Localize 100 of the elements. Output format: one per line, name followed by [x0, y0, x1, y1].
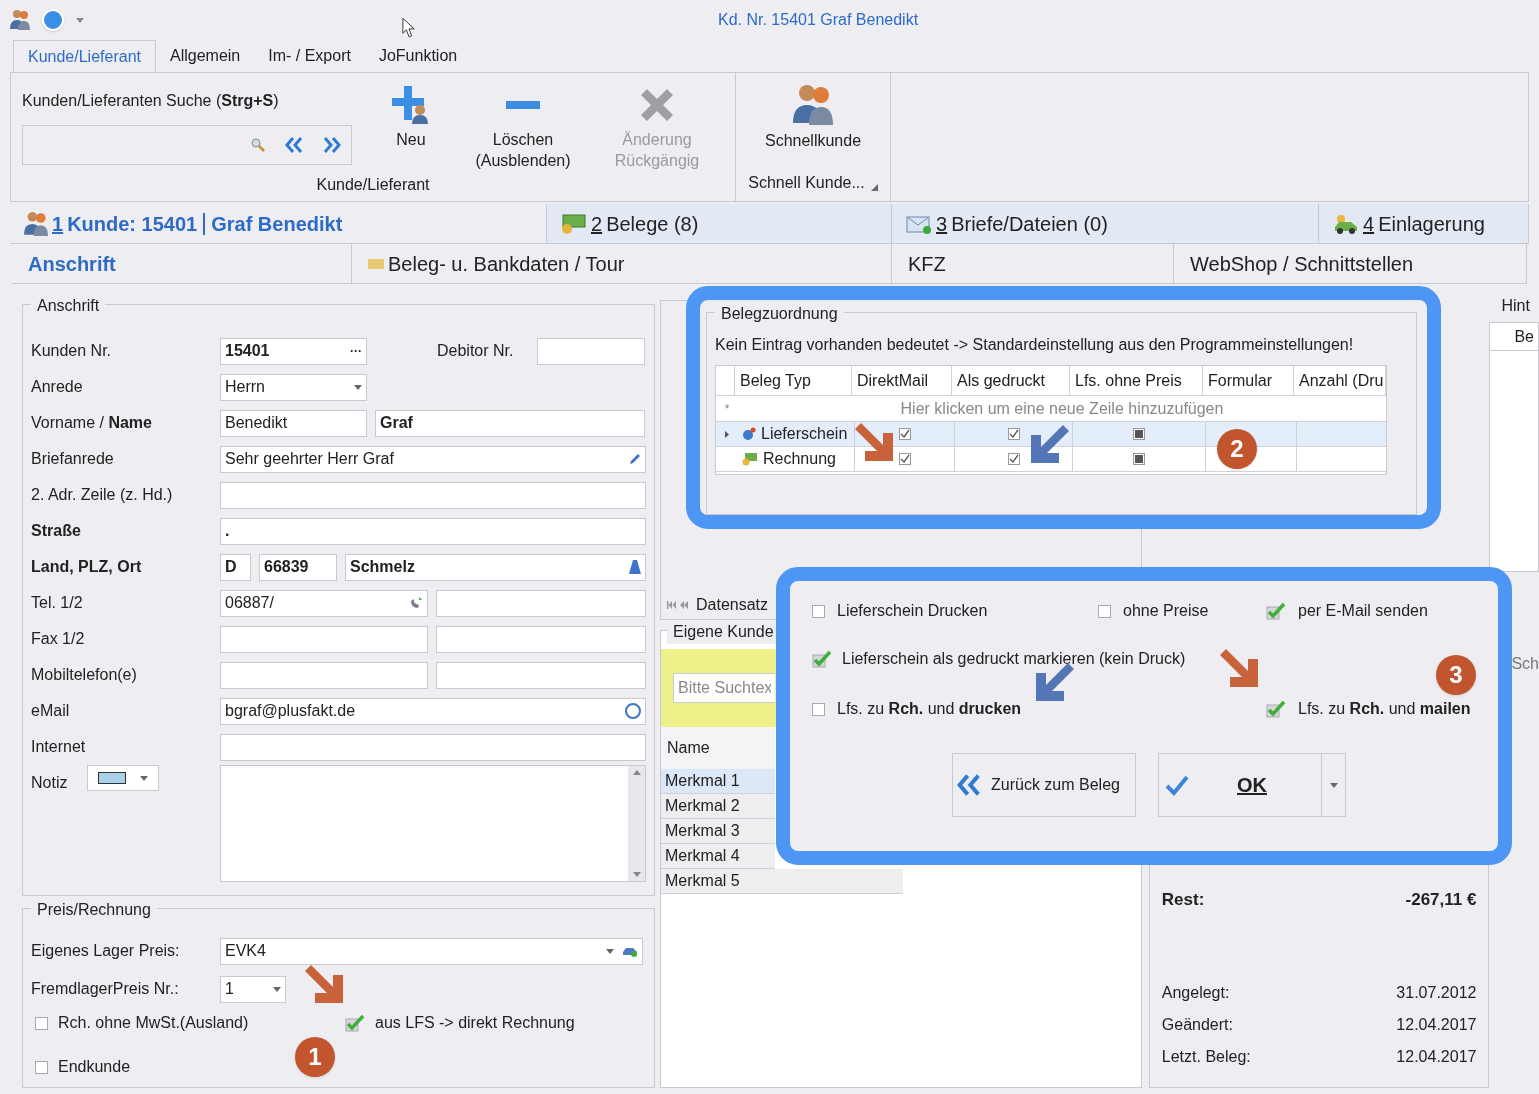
grid-checkbox[interactable]	[1133, 453, 1145, 465]
envelope-icon	[906, 213, 932, 234]
previous-icon[interactable]	[285, 136, 303, 154]
scroll-down-icon[interactable]	[632, 872, 641, 877]
dropdown-caret-icon[interactable]	[76, 17, 84, 23]
grid-checkbox[interactable]	[898, 428, 911, 440]
ribbon-button[interactable]: Schnellkunde	[764, 73, 862, 171]
new-row-prompt[interactable]: Hier klicken um eine neue Zeile hinzuzufügen	[738, 396, 1386, 421]
car-icon	[1333, 212, 1359, 235]
checkbox-checked-icon[interactable]	[1266, 700, 1286, 718]
grid-checkbox[interactable]	[1133, 428, 1145, 440]
text-field[interactable]: 66839	[259, 553, 337, 581]
people-icon	[10, 10, 30, 30]
feature-row[interactable]: Merkmal 2	[661, 794, 775, 819]
ribbon-button[interactable]: Neu	[366, 73, 456, 173]
text-field[interactable]: Sehr geehrter Herr Graf	[220, 445, 646, 473]
ribbon-tab[interactable]: Allgemein	[156, 40, 255, 72]
expand-corner-icon[interactable]	[870, 184, 878, 191]
ribbon-tab[interactable]: JoFunktion	[364, 40, 472, 72]
previous-record-icon[interactable]	[680, 601, 688, 609]
summary-label: Rest:	[1161, 889, 1205, 911]
sub-tab[interactable]: KFZ	[892, 244, 1174, 283]
feature-row[interactable]: Merkmal 3	[661, 819, 775, 844]
grid-checkbox[interactable]	[1007, 428, 1020, 440]
text-field[interactable]: Benedikt	[220, 409, 367, 437]
column-header[interactable]: Lfs. ohne Preis	[1070, 366, 1203, 395]
ribbon-tab[interactable]: Kunde/Lieferant	[13, 40, 156, 72]
note-field[interactable]	[220, 765, 646, 882]
scrollbar[interactable]	[628, 766, 645, 881]
sub-tab[interactable]: WebShop / Schnittstellen	[1174, 244, 1527, 283]
text-field[interactable]	[220, 625, 428, 653]
dropdown-caret-icon[interactable]	[140, 775, 148, 781]
checkbox-checked-icon[interactable]	[1266, 602, 1286, 620]
dropdown-caret-icon[interactable]	[273, 986, 281, 992]
checkbox[interactable]	[35, 1016, 48, 1030]
text-field[interactable]	[220, 481, 646, 509]
text-field[interactable]: 1	[220, 975, 286, 1003]
text-field[interactable]	[220, 661, 428, 689]
column-header[interactable]: Beleg Typ	[735, 366, 852, 395]
grid-cell-text: Lieferschein	[761, 424, 848, 444]
grid-checkbox[interactable]	[898, 453, 911, 465]
column-header[interactable]: Formular	[1203, 366, 1294, 395]
text-field[interactable]	[220, 733, 646, 761]
text-field[interactable]	[436, 625, 646, 653]
step-badge: 3	[1436, 655, 1476, 695]
dropdown-caret-icon[interactable]	[354, 384, 362, 390]
main-tab[interactable]: 4 Einlagerung	[1319, 204, 1529, 243]
column-header[interactable]: Als gedruckt	[952, 366, 1070, 395]
ribbon-button[interactable]: Löschen (Ausblenden)	[456, 73, 590, 173]
text-field[interactable]: bgraf@plusfakt.de	[220, 697, 646, 725]
window-title: Kd. Nr. 15401 Graf Benedikt	[718, 10, 919, 30]
feature-row[interactable]: Merkmal 5	[661, 869, 903, 894]
pencil-icon[interactable]	[629, 453, 641, 465]
checkbox-checked-icon[interactable]	[345, 1014, 365, 1032]
checkbox-checked-icon[interactable]	[812, 650, 832, 668]
money-icon	[742, 452, 758, 466]
checkbox[interactable]	[812, 702, 825, 716]
scroll-up-icon[interactable]	[632, 770, 641, 775]
text-field[interactable]	[436, 661, 646, 689]
main-tab[interactable]: 2 Belege (8)	[547, 204, 892, 243]
checkbox-label: aus LFS -> direkt Rechnung	[375, 1013, 575, 1033]
text-field[interactable]: Graf	[375, 409, 645, 437]
option-label: Lfs. zu Rch. und drucken	[837, 699, 1022, 719]
text-field[interactable]: 06887/	[220, 589, 428, 617]
search-icon[interactable]	[251, 138, 265, 152]
text-field[interactable]: D	[220, 553, 251, 581]
text-field[interactable]: .	[220, 517, 646, 545]
next-icon[interactable]	[323, 136, 341, 154]
car-icon[interactable]	[622, 945, 638, 957]
checkbox[interactable]	[812, 604, 825, 618]
first-record-icon[interactable]	[667, 601, 676, 609]
sub-tab[interactable]: Beleg- u. Bankdaten / Tour	[352, 244, 892, 283]
text-field[interactable]: Schmelz	[345, 553, 646, 581]
checkbox[interactable]	[1098, 604, 1111, 618]
back-icon[interactable]	[957, 773, 981, 797]
dropdown-caret-icon[interactable]	[606, 948, 614, 954]
grid-checkbox[interactable]	[1007, 453, 1020, 465]
text-field[interactable]: 15401 ···	[220, 337, 367, 365]
column-header[interactable]: Anzahl (Dru	[1294, 366, 1386, 395]
text-field[interactable]: EVK4	[220, 937, 643, 965]
field-label: Tel. 1/2	[31, 593, 84, 613]
checkbox-label: Rch. ohne MwSt.(Ausland)	[58, 1013, 249, 1033]
sub-tab[interactable]: Anschrift	[12, 244, 352, 283]
text-field[interactable]: Herrn	[220, 373, 367, 401]
checkmark-icon	[1165, 774, 1189, 796]
feature-row[interactable]: Merkmal 1	[661, 769, 775, 794]
panel-title: Sch	[1510, 654, 1539, 674]
ribbon-tab[interactable]: Im- / Export	[254, 40, 365, 72]
back-button[interactable]: Zurück zum Beleg	[952, 753, 1136, 817]
column-header[interactable]: DirektMail	[852, 366, 952, 395]
color-picker[interactable]	[87, 765, 159, 791]
checkbox[interactable]	[35, 1060, 48, 1074]
feature-row[interactable]: Merkmal 4	[661, 844, 775, 869]
main-tab[interactable]: 3 Briefe/Dateien (0)	[892, 204, 1319, 243]
text-field[interactable]	[537, 337, 645, 365]
summary-value: -267,11 €	[1405, 889, 1477, 911]
ellipsis-button[interactable]: ···	[350, 342, 362, 360]
group-label: Schnell Kunde...	[748, 173, 865, 193]
text-field[interactable]	[436, 589, 646, 617]
search-field[interactable]	[22, 125, 352, 165]
